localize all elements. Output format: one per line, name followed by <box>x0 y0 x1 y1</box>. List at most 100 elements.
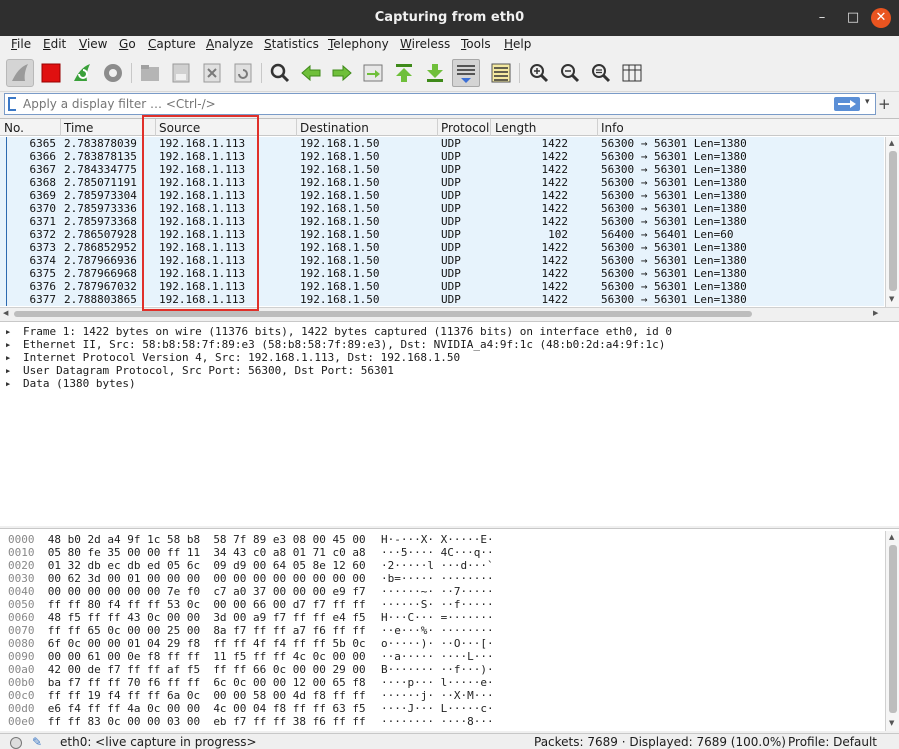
menu-wireless[interactable]: Wireless <box>400 37 450 51</box>
add-filter-button[interactable]: + <box>878 95 891 113</box>
column-protocol[interactable]: Protocol <box>441 121 489 135</box>
go-last-packet-icon[interactable] <box>421 59 449 87</box>
restart-capture-icon[interactable] <box>68 59 96 87</box>
edit-comment-icon[interactable]: ✎ <box>32 735 42 749</box>
scroll-left-arrow-icon[interactable]: ◀ <box>3 309 8 317</box>
resize-columns-icon[interactable] <box>618 59 646 87</box>
column-length[interactable]: Length <box>495 121 536 135</box>
minimize-button[interactable]: – <box>812 8 832 28</box>
capture-status-icon[interactable] <box>10 737 22 749</box>
scrollbar-thumb[interactable] <box>889 545 897 713</box>
packet-row[interactable]: 6370 2.785973336 192.168.1.113 192.168.1.50… <box>0 202 884 215</box>
bookmark-icon[interactable] <box>8 97 16 111</box>
column-info[interactable]: Info <box>601 121 624 135</box>
scroll-down-arrow-icon[interactable]: ▼ <box>889 719 894 727</box>
cell-protocol: UDP <box>441 228 461 241</box>
packet-row[interactable]: 6372 2.786507928 192.168.1.113 192.168.1.50… <box>0 228 884 241</box>
column-no[interactable]: No. <box>4 121 24 135</box>
expand-arrow-icon[interactable]: ▶ <box>6 380 23 388</box>
zoom-out-icon[interactable] <box>556 59 584 87</box>
auto-scroll-icon[interactable] <box>452 59 480 87</box>
column-destination[interactable]: Destination <box>300 121 369 135</box>
packet-row[interactable]: 6376 2.787967032 192.168.1.113 192.168.1.50… <box>0 280 884 293</box>
column-time[interactable]: Time <box>64 121 93 135</box>
byte-line[interactable]: 0080 6f 0c 00 00 01 04 29 f8 ff ff 4f f4… <box>8 637 494 650</box>
scroll-down-arrow-icon[interactable]: ▼ <box>889 295 894 303</box>
apply-filter-arrow-icon[interactable] <box>834 97 860 111</box>
byte-line[interactable]: 0040 00 00 00 00 00 00 7e f0 c7 a0 37 00… <box>8 585 494 598</box>
normal-size-icon[interactable] <box>587 59 615 87</box>
save-file-icon[interactable] <box>167 59 195 87</box>
byte-line[interactable]: 0060 48 f5 ff ff 43 0c 00 00 3d 00 a9 f7… <box>8 611 494 624</box>
detail-data[interactable]: ▶ Data (1380 bytes) <box>6 377 136 390</box>
menu-go[interactable]: Go <box>119 37 136 51</box>
packet-row[interactable]: 6377 2.788803865 192.168.1.113 192.168.1.50… <box>0 293 884 306</box>
open-file-icon[interactable] <box>136 59 164 87</box>
packet-row[interactable]: 6374 2.787966936 192.168.1.113 192.168.1.50… <box>0 254 884 267</box>
detail-ip[interactable]: ▶ Internet Protocol Version 4, Src: 192.1… <box>6 351 460 364</box>
packet-row[interactable]: 6366 2.783878135 192.168.1.113 192.168.1.50… <box>0 150 884 163</box>
byte-line[interactable]: 0020 01 32 db ec db ed 05 6c 09 d9 00 64… <box>8 559 494 572</box>
packet-row[interactable]: 6375 2.787966968 192.168.1.113 192.168.1.50… <box>0 267 884 280</box>
capture-options-icon[interactable] <box>99 59 127 87</box>
zoom-in-icon[interactable] <box>525 59 553 87</box>
scrollbar-thumb[interactable] <box>14 311 752 317</box>
detail-frame[interactable]: ▶ Frame 1: 1422 bytes on wire (11376 bits… <box>6 325 672 338</box>
find-packet-icon[interactable] <box>266 59 294 87</box>
byte-line[interactable]: 0090 00 00 61 00 0e f8 ff ff 11 f5 ff ff… <box>8 650 494 663</box>
detail-ethernet[interactable]: ▶ Ethernet II, Src: 58:b8:58:7f:89:e3 (58… <box>6 338 665 351</box>
byte-ascii: o·····)· ··O···[· <box>381 637 494 650</box>
close-file-icon[interactable] <box>198 59 226 87</box>
byte-line[interactable]: 00e0 ff ff 83 0c 00 00 03 00 eb f7 ff ff… <box>8 715 494 728</box>
byte-line[interactable]: 00a0 42 00 de f7 ff ff af f5 ff ff 66 0c… <box>8 663 494 676</box>
colorize-icon[interactable] <box>487 59 515 87</box>
byte-line[interactable]: 0030 00 62 3d 00 01 00 00 00 00 00 00 00… <box>8 572 494 585</box>
packet-row[interactable]: 6367 2.784334775 192.168.1.113 192.168.1.50… <box>0 163 884 176</box>
go-first-packet-icon[interactable] <box>390 59 418 87</box>
menu-view[interactable]: View <box>79 37 107 51</box>
display-filter-input[interactable] <box>23 96 803 112</box>
packet-row[interactable]: 6368 2.785071191 192.168.1.113 192.168.1.50… <box>0 176 884 189</box>
expand-arrow-icon[interactable]: ▶ <box>6 341 23 349</box>
scroll-up-arrow-icon[interactable]: ▲ <box>889 139 894 147</box>
menu-capture[interactable]: Capture <box>148 37 196 51</box>
shark-fin-start-icon[interactable] <box>6 59 34 87</box>
byte-line[interactable]: 0050 ff ff 80 f4 ff ff 53 0c 00 00 66 00… <box>8 598 494 611</box>
close-button[interactable]: ✕ <box>871 8 891 28</box>
reload-file-icon[interactable] <box>229 59 257 87</box>
status-profile[interactable]: Profile: Default <box>788 735 877 749</box>
packet-list-horizontal-scrollbar[interactable]: ◀ ▶ <box>0 307 899 319</box>
scrollbar-thumb[interactable] <box>889 151 897 291</box>
byte-line[interactable]: 00b0 ba f7 ff ff 70 f6 ff ff 6c 0c 00 00… <box>8 676 494 689</box>
packet-list-vertical-scrollbar[interactable]: ▲ ▼ <box>885 137 899 307</box>
go-forward-icon[interactable] <box>328 59 356 87</box>
menu-statistics[interactable]: Statistics <box>264 37 319 51</box>
scroll-up-arrow-icon[interactable]: ▲ <box>889 533 894 541</box>
menu-help[interactable]: Help <box>504 37 531 51</box>
packet-row[interactable]: 6365 2.783878039 192.168.1.113 192.168.1.50… <box>0 137 884 150</box>
byte-line[interactable]: 00c0 ff ff 19 f4 ff ff 6a 0c 00 00 58 00… <box>8 689 494 702</box>
menu-analyze[interactable]: Analyze <box>206 37 253 51</box>
packet-row[interactable]: 6371 2.785973368 192.168.1.113 192.168.1.50… <box>0 215 884 228</box>
filter-history-dropdown-icon[interactable]: ▾ <box>865 97 870 107</box>
maximize-button[interactable]: □ <box>843 8 863 28</box>
stop-capture-icon[interactable] <box>37 59 65 87</box>
byte-line[interactable]: 0070 ff ff 65 0c 00 00 25 00 8a f7 ff ff… <box>8 624 494 637</box>
menu-tools[interactable]: Tools <box>461 37 491 51</box>
packet-row[interactable]: 6369 2.785973304 192.168.1.113 192.168.1.50… <box>0 189 884 202</box>
byte-line[interactable]: 00d0 e6 f4 ff ff 4a 0c 00 00 4c 00 04 f8… <box>8 702 494 715</box>
expand-arrow-icon[interactable]: ▶ <box>6 328 23 336</box>
go-to-packet-icon[interactable] <box>359 59 387 87</box>
byte-line[interactable]: 0000 48 b0 2d a4 9f 1c 58 b8 58 7f 89 e3… <box>8 533 494 546</box>
bytes-vertical-scrollbar[interactable]: ▲ ▼ <box>885 531 899 731</box>
expand-arrow-icon[interactable]: ▶ <box>6 367 23 375</box>
scroll-right-arrow-icon[interactable]: ▶ <box>873 309 878 317</box>
menu-edit[interactable]: Edit <box>43 37 66 51</box>
byte-line[interactable]: 0010 05 80 fe 35 00 00 ff 11 34 43 c0 a8… <box>8 546 494 559</box>
menu-telephony[interactable]: Telephony <box>328 37 389 51</box>
packet-row[interactable]: 6373 2.786852952 192.168.1.113 192.168.1.50… <box>0 241 884 254</box>
menu-file[interactable]: File <box>11 37 31 51</box>
go-back-icon[interactable] <box>297 59 325 87</box>
detail-udp[interactable]: ▶ User Datagram Protocol, Src Port: 56300… <box>6 364 394 377</box>
expand-arrow-icon[interactable]: ▶ <box>6 354 23 362</box>
